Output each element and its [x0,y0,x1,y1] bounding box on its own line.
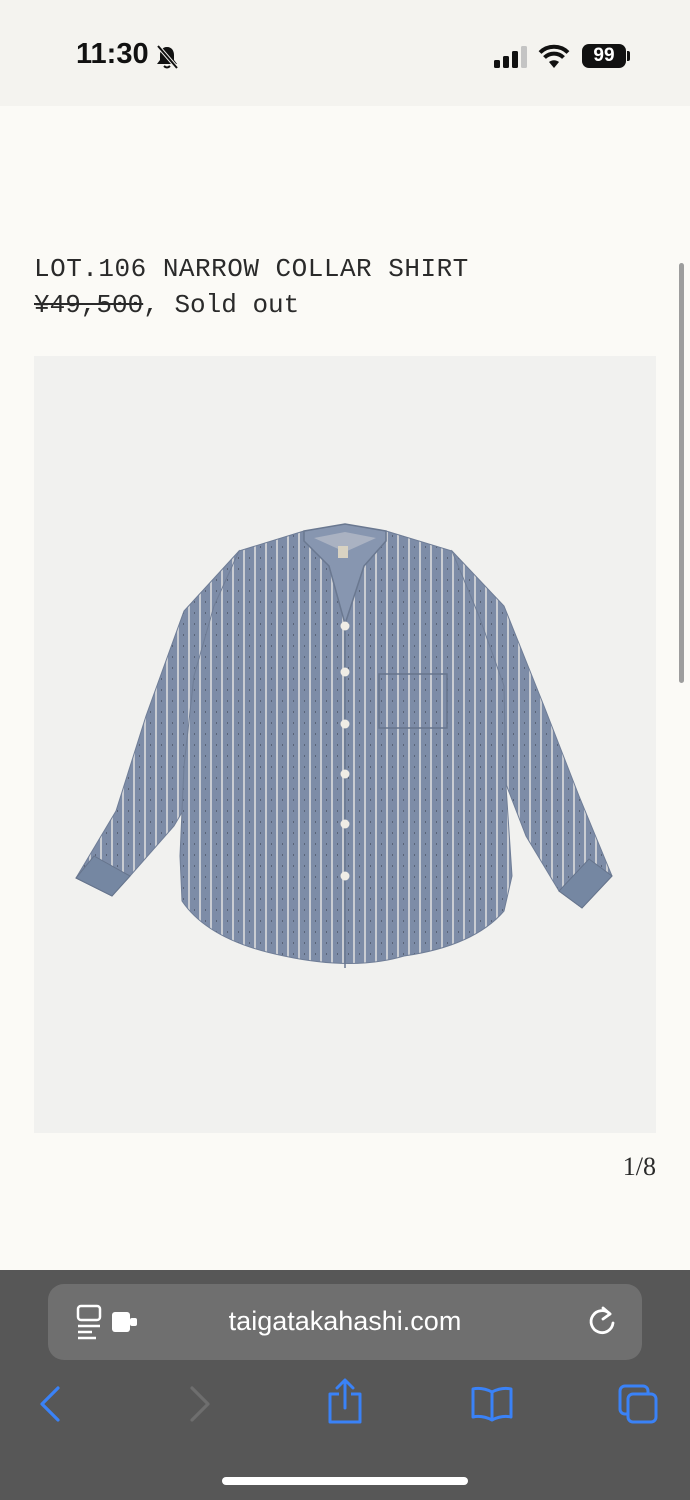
reload-icon[interactable] [588,1305,618,1342]
product-image[interactable] [34,356,656,1133]
product-page: LOT.106 NARROW COLLAR SHIRT ¥49,500, Sol… [0,106,690,1270]
url-text[interactable]: taigatakahashi.com [48,1306,642,1337]
tabs-icon[interactable] [618,1384,660,1429]
image-counter: 1/8 [622,1152,656,1181]
price-separator: , [143,290,175,320]
bell-slash-icon [155,44,179,75]
address-bar[interactable]: taigatakahashi.com [48,1284,642,1360]
cellular-signal-icon [494,46,530,73]
battery-tip [627,51,630,61]
share-icon[interactable] [326,1378,364,1429]
home-indicator[interactable] [222,1477,468,1485]
battery-icon: 99 [582,44,626,68]
original-price: ¥49,500 [34,290,144,320]
page-scrollbar[interactable] [679,263,684,683]
status-bar: 11:30 99 [0,0,690,106]
availability-status: Sold out [174,290,300,320]
price-line: ¥49,500, Sold out [34,290,299,320]
wifi-icon [538,44,570,73]
product-title: LOT.106 NARROW COLLAR SHIRT [34,254,469,284]
status-time: 11:30 [76,38,149,70]
shirt-photo [75,523,613,968]
bookmarks-icon[interactable] [470,1386,514,1427]
forward-icon[interactable] [186,1384,214,1429]
back-icon[interactable] [36,1384,64,1429]
browser-toolbar: taigatakahashi.com [0,1270,690,1500]
